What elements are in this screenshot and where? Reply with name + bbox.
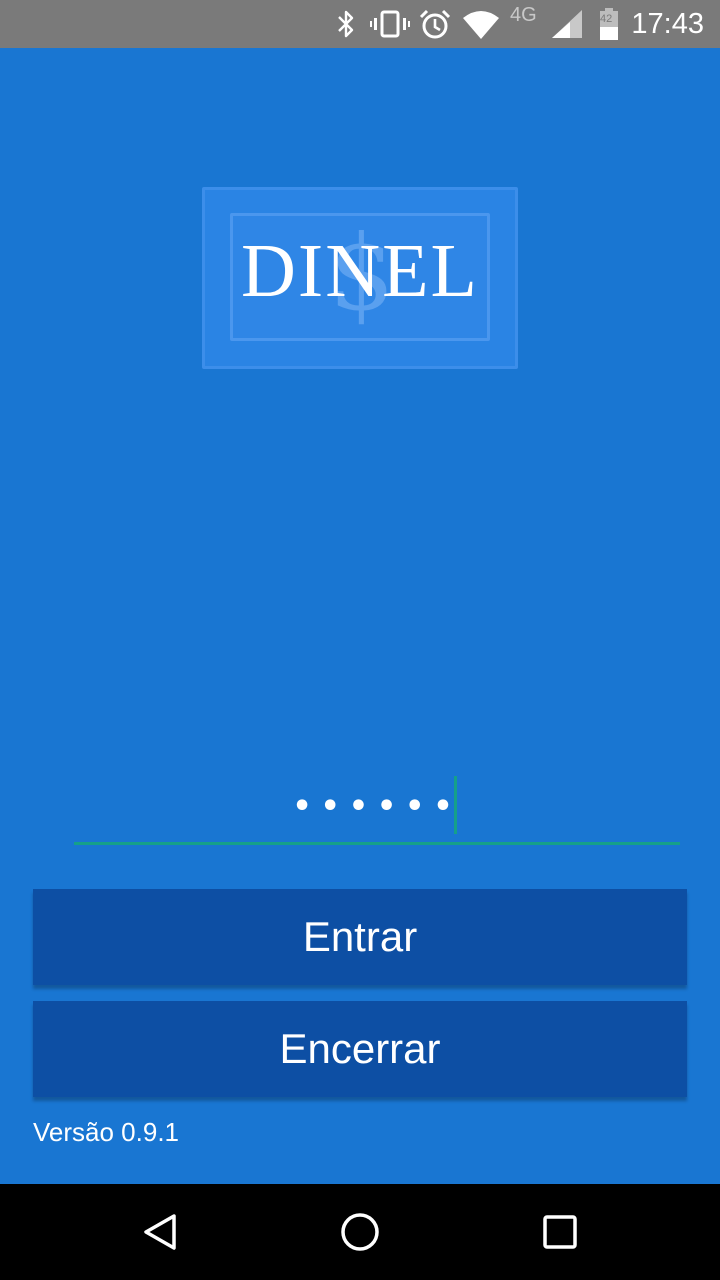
app-logo: $ DINEL [202,187,518,369]
bluetooth-icon [338,10,354,38]
recents-icon[interactable] [536,1208,584,1256]
version-label: Versão 0.9.1 [33,1117,179,1147]
status-time: 17:43 [631,8,704,40]
vibrate-icon [370,10,410,38]
login-screen: $ DINEL •••••• Entrar Encerrar Versão 0.… [0,48,720,1184]
enter-button[interactable]: Entrar [33,889,687,985]
alarm-icon [419,9,451,39]
password-input[interactable]: •••••• [74,770,680,845]
password-value: •••••• [292,789,462,824]
network-type-label: 4G [510,4,537,26]
text-cursor [454,776,457,834]
home-icon[interactable] [336,1208,384,1256]
wifi-icon [463,11,499,39]
close-button[interactable]: Encerrar [33,1001,687,1097]
back-icon[interactable] [136,1208,184,1256]
navigation-bar [0,1184,720,1280]
signal-icon [552,10,582,38]
logo-text: DINEL [241,229,479,313]
battery-level-label: 42 [600,13,613,25]
status-bar: 4G 42 17:43 [0,0,720,48]
